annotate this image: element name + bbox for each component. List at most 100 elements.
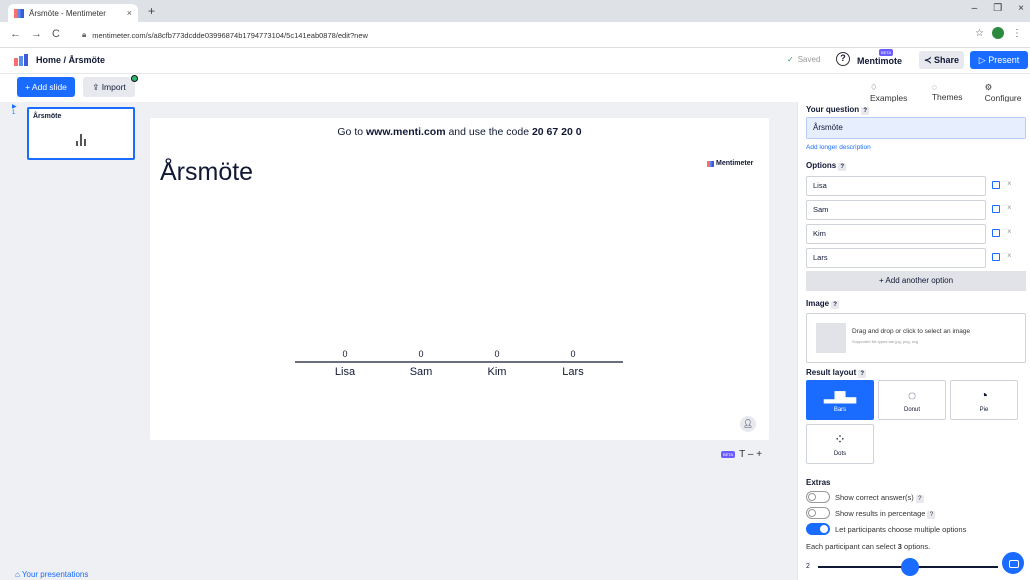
chart-value-label: 0 — [494, 349, 499, 359]
configure-link[interactable]: ⚙ Configure — [985, 82, 1030, 103]
slide-thumbnail[interactable]: Årsmöte — [27, 107, 135, 160]
mentimeter-logo-icon[interactable] — [14, 54, 28, 66]
forward-button[interactable]: → — [31, 28, 42, 40]
url-text: mentimeter.com/s/a8cfb773dcdde03996874b1… — [92, 30, 368, 40]
show-percentage-label: Show results in percentage? — [835, 509, 936, 519]
help-icon[interactable]: ? — [838, 163, 847, 171]
help-button[interactable]: ? — [836, 52, 850, 66]
bar-chart-icon — [76, 134, 86, 146]
lock-icon: 🔒︎ — [82, 30, 87, 39]
help-icon[interactable]: ? — [831, 301, 840, 309]
editor-canvas: Go to www.menti.com and use the code 20 … — [143, 102, 797, 580]
palette-icon: ◌ — [931, 82, 937, 92]
new-tab-button[interactable]: + — [148, 4, 155, 18]
layout-pie-label: Pie — [979, 407, 989, 413]
show-correct-toggle[interactable] — [806, 491, 830, 503]
upload-icon: ⇪ — [92, 81, 102, 92]
share-label: Share — [934, 55, 960, 65]
remove-option-icon[interactable]: × — [1007, 203, 1012, 212]
image-dropzone[interactable]: Drag and drop or click to select an imag… — [806, 313, 1026, 363]
show-percentage-toggle[interactable] — [806, 507, 830, 519]
url-field[interactable]: 🔒︎ mentimeter.com/s/a8cfb773dcdde0399687… — [82, 26, 982, 44]
toggle-knob — [808, 509, 816, 517]
menu-dots-icon[interactable]: ⋮ — [1012, 28, 1022, 39]
tab-close-button[interactable]: × — [127, 8, 132, 18]
remove-option-icon[interactable]: × — [1007, 227, 1012, 236]
image-label: Image? — [806, 299, 840, 309]
back-button[interactable]: ← — [10, 28, 21, 40]
results-bar-chart: 0 Lisa 0 Sam 0 Kim 0 Lars — [295, 349, 623, 378]
examples-link[interactable]: ♢ Examples — [870, 82, 916, 103]
dropzone-text: Drag and drop or click to select an imag… — [852, 328, 971, 335]
option-row: Lars × — [806, 248, 1026, 268]
import-label: Import — [101, 82, 126, 92]
toolbar: + Add slide ⇪ Import ♢ Examples ◌ Themes… — [0, 74, 1030, 103]
help-icon[interactable]: ? — [861, 107, 870, 115]
remove-option-icon[interactable]: × — [1007, 179, 1012, 188]
result-layout-label-text: Result layout — [806, 368, 857, 377]
slide-number: ▶ 1 — [12, 104, 17, 116]
tab-title: Årsmöte - Mentimeter — [29, 8, 106, 18]
close-window-button[interactable]: × — [1018, 3, 1024, 14]
present-button[interactable]: ▷ Present — [970, 51, 1028, 69]
show-percentage-text: Show results in percentage — [835, 509, 926, 518]
layout-bars-button[interactable]: ▂▆▃ Bars — [806, 380, 874, 420]
import-button[interactable]: ⇪ Import — [83, 77, 135, 97]
browser-actions: ☆ ⋮ — [975, 27, 1022, 39]
share-icon: ≺ — [923, 54, 935, 65]
layout-pie-button[interactable]: ◔ Pie — [950, 380, 1018, 420]
options-label: Options? — [806, 161, 847, 171]
slider-handle[interactable] — [901, 558, 919, 576]
image-icon[interactable] — [992, 229, 1000, 237]
reload-button[interactable]: C — [52, 28, 60, 40]
select-prefix: Each participant can select — [806, 542, 898, 551]
image-label-text: Image — [806, 299, 830, 308]
slide-preview[interactable]: Go to www.menti.com and use the code 20 … — [150, 118, 769, 440]
share-button[interactable]: ≺ Share — [919, 51, 964, 69]
star-icon[interactable]: ☆ — [975, 28, 984, 39]
option-row: Sam × — [806, 200, 1026, 220]
multiple-options-toggle[interactable] — [806, 523, 830, 535]
image-icon[interactable] — [992, 205, 1000, 213]
remove-option-icon[interactable]: × — [1007, 251, 1012, 260]
layout-donut-label: Donut — [903, 407, 920, 413]
question-input[interactable]: Årsmöte — [806, 117, 1026, 139]
edit-panel: Your question? Årsmöte Add longer descri… — [797, 102, 1030, 580]
themes-link[interactable]: ◌ Themes — [932, 82, 969, 103]
select-count-text: Each participant can select 3 options. — [806, 542, 930, 551]
help-icon[interactable]: ? — [915, 495, 924, 503]
options-label-text: Options — [806, 161, 837, 170]
add-slide-button[interactable]: + Add slide — [17, 77, 75, 97]
layout-dots-button[interactable]: ⁘ Dots — [806, 424, 874, 464]
select-suffix: options. — [901, 542, 931, 551]
audience-icon[interactable]: 👤︎ — [740, 416, 756, 432]
beta-badge: BETA — [879, 49, 894, 56]
result-layout-label: Result layout? — [806, 368, 867, 378]
minimize-button[interactable]: – — [972, 3, 978, 14]
your-presentations-link[interactable]: ⌂ Your presentations — [15, 570, 88, 579]
option-input[interactable]: Lars — [806, 248, 986, 268]
maximize-button[interactable]: ❐ — [993, 3, 1002, 14]
breadcrumb[interactable]: Home / Årsmöte — [36, 55, 105, 65]
help-icon[interactable]: ? — [927, 511, 936, 519]
option-input[interactable]: Kim — [806, 224, 986, 244]
dropzone-subtext: Supported file types are jpg, png, svg — [852, 339, 919, 344]
profile-avatar[interactable] — [992, 27, 1004, 39]
beta-badge-text: BETA — [721, 451, 736, 458]
check-icon: ✓ — [787, 55, 794, 64]
add-description-link[interactable]: Add longer description — [806, 144, 871, 151]
image-icon[interactable] — [992, 181, 1000, 189]
browser-tab[interactable]: Årsmöte - Mentimeter × — [8, 4, 138, 22]
help-icon[interactable]: ? — [858, 370, 867, 378]
show-correct-text: Show correct answer(s) — [835, 493, 914, 502]
chat-support-button[interactable] — [1000, 550, 1026, 576]
text-size-buttons[interactable]: T – + — [739, 449, 762, 460]
option-input[interactable]: Sam — [806, 200, 986, 220]
select-count-slider[interactable]: 2 — [806, 556, 1016, 576]
chart-value-label: 0 — [570, 349, 575, 359]
add-option-button[interactable]: + Add another option — [806, 271, 1026, 291]
mentimote-button[interactable]: Mentimote — [857, 56, 902, 66]
image-icon[interactable] — [992, 253, 1000, 261]
layout-donut-button[interactable]: ◌ Donut — [878, 380, 946, 420]
option-input[interactable]: Lisa — [806, 176, 986, 196]
